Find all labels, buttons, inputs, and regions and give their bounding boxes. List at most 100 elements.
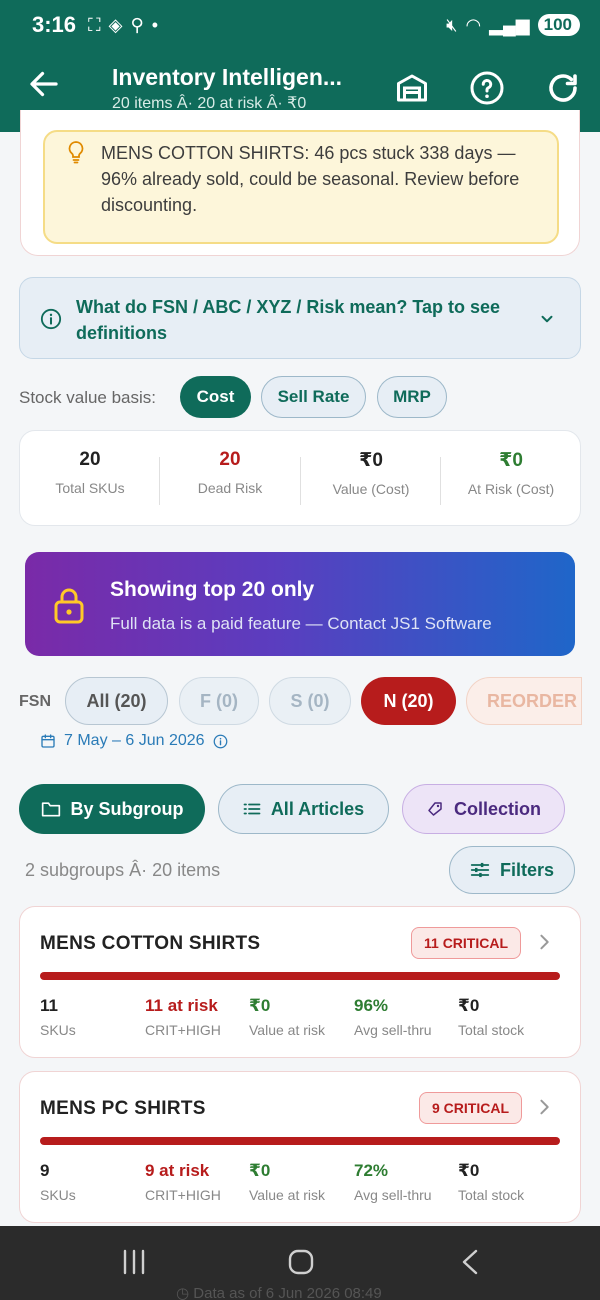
lock-icon <box>54 588 84 624</box>
view-by-subgroup-button[interactable]: By Subgroup <box>19 784 205 834</box>
subgroup-name: MENS COTTON SHIRTS <box>40 933 261 954</box>
search-sparkle-icon: ⚲ <box>130 14 144 35</box>
folder-icon <box>41 802 60 817</box>
dot-icon: • <box>151 14 158 35</box>
metric-label: Value at risk <box>249 1022 325 1038</box>
filters-label: Filters <box>499 859 555 880</box>
fsn-chip-all[interactable]: All (20) <box>65 677 168 725</box>
fsn-chip-s[interactable]: S (0) <box>269 677 351 725</box>
status-icons: ⛶ ◈ ⚲ • <box>88 15 158 36</box>
insight-hint: MENS COTTON SHIRTS: 46 pcs stuck 338 day… <box>43 130 559 244</box>
subgroup-card-mens-pc-shirts[interactable]: MENS PC SHIRTS 9 CRITICAL 9 SKUs 9 at ri… <box>19 1071 581 1223</box>
metric-value: 72% <box>354 1161 389 1180</box>
view-all-articles-label: All Articles <box>270 798 365 819</box>
system-navigation-bar: ◷ Data as of 6 Jun 2026 08:49 <box>0 1226 600 1300</box>
metric-label: Total stock <box>458 1187 525 1203</box>
tag-icon <box>428 802 442 816</box>
signal-icon: ▂▄▆ <box>489 14 530 35</box>
app-notification-icon: ◈ <box>108 14 123 35</box>
metric-label: Avg sell-thru <box>354 1022 432 1038</box>
status-time: 3:16 <box>32 12 77 37</box>
stat-label: Dead Risk <box>197 480 263 496</box>
refresh-icon[interactable] <box>545 70 581 106</box>
filters-button[interactable]: Filters <box>449 846 575 894</box>
basis-sell-rate-button[interactable]: Sell Rate <box>261 376 366 418</box>
metric-value: 9 at risk <box>145 1161 210 1180</box>
metric-label: Value at risk <box>249 1187 325 1203</box>
metric-sell-thru: 96% Avg sell-thru <box>354 996 432 1038</box>
basis-mrp-button[interactable]: MRP <box>377 376 447 418</box>
metric-value: ₹0 <box>458 1161 480 1180</box>
metric-value: ₹0 <box>249 1161 271 1180</box>
insight-card: MENS COTTON SHIRTS: 46 pcs stuck 338 day… <box>20 110 580 256</box>
stat-value: ₹0 <box>359 450 383 471</box>
sliders-icon <box>470 862 490 878</box>
info-icon <box>40 308 62 330</box>
chevron-right-icon <box>540 1099 549 1115</box>
battery-indicator: 100 <box>537 14 580 36</box>
stat-total-skus: 20 Total SKUs <box>20 449 160 496</box>
info-icon[interactable] <box>213 734 228 749</box>
list-icon <box>243 803 261 815</box>
metric-total-stock: ₹0 Total stock <box>458 1161 524 1203</box>
help-icon[interactable] <box>469 70 505 106</box>
banner-subtitle: Full data is a paid feature — Contact JS… <box>110 614 492 633</box>
back-arrow-icon[interactable] <box>26 66 62 102</box>
view-by-subgroup-label: By Subgroup <box>70 798 184 819</box>
basis-label: Stock value basis: <box>19 388 157 407</box>
critical-badge: 9 CRITICAL <box>419 1092 522 1124</box>
metric-total-stock: ₹0 Total stock <box>458 996 524 1038</box>
home-icon[interactable] <box>287 1248 315 1276</box>
stat-value: ₹0 <box>499 450 523 471</box>
metric-value: 11 <box>40 996 58 1015</box>
metric-label: SKUs <box>40 1187 76 1203</box>
wifi-icon: ◠ <box>465 14 482 35</box>
stat-label: At Risk (Cost) <box>467 481 555 497</box>
stat-label: Total SKUs <box>55 480 125 496</box>
data-timestamp: ◷ Data as of 6 Jun 2026 08:49 <box>176 1284 382 1300</box>
upgrade-banner[interactable]: Showing top 20 only Full data is a paid … <box>25 552 575 656</box>
stat-dead-risk: 20 Dead Risk <box>160 449 300 496</box>
insight-text: MENS COTTON SHIRTS: 46 pcs stuck 338 day… <box>101 143 520 215</box>
fsn-chip-n[interactable]: N (20) <box>361 677 456 725</box>
definitions-text: What do FSN / ABC / XYZ / Risk mean? Tap… <box>76 297 501 343</box>
view-collection-button[interactable]: Collection <box>402 784 565 834</box>
metric-label: CRIT+HIGH <box>145 1022 221 1038</box>
metric-value: 96% <box>354 996 389 1015</box>
banner-title: Showing top 20 only <box>110 578 315 601</box>
warehouse-icon[interactable] <box>394 70 430 106</box>
fsn-label: FSN <box>19 693 51 710</box>
metric-label: CRIT+HIGH <box>145 1187 221 1203</box>
lightbulb-icon <box>68 141 84 164</box>
risk-bar <box>40 1137 560 1145</box>
battery-level: 100 <box>543 15 572 34</box>
fsn-chip-reorder[interactable]: REORDER ( <box>466 677 582 725</box>
stat-value: 20 <box>79 449 101 470</box>
back-nav-icon[interactable] <box>456 1248 484 1276</box>
metric-value: 9 <box>40 1161 50 1180</box>
metric-at-risk: 9 at risk CRIT+HIGH <box>145 1161 221 1203</box>
subgroup-card-mens-cotton-shirts[interactable]: MENS COTTON SHIRTS 11 CRITICAL 11 SKUs 1… <box>19 906 581 1058</box>
metric-value: ₹0 <box>458 996 480 1015</box>
basis-cost-button[interactable]: Cost <box>180 376 251 418</box>
metric-value-at-risk: ₹0 Value at risk <box>249 1161 325 1203</box>
mute-icon: 🔇︎ <box>446 14 458 35</box>
stat-value: 20 <box>219 449 241 470</box>
chevron-right-icon <box>540 934 549 950</box>
view-collection-label: Collection <box>453 798 541 819</box>
stat-at-risk-cost: ₹0 At Risk (Cost) <box>441 449 581 497</box>
critical-badge: 11 CRITICAL <box>411 927 522 959</box>
view-all-articles-button[interactable]: All Articles <box>218 784 389 834</box>
metric-label: Avg sell-thru <box>354 1187 432 1203</box>
page-title: Inventory Intelligen... <box>112 64 343 90</box>
app-bar-titles: Inventory Intelligen... 20 items Â· 20 a… <box>112 64 342 113</box>
metric-skus: 9 SKUs <box>40 1161 76 1203</box>
metric-label: Total stock <box>458 1022 525 1038</box>
date-range[interactable]: 7 May – 6 Jun 2026 <box>40 732 228 750</box>
definitions-expander[interactable]: What do FSN / ABC / XYZ / Risk mean? Tap… <box>19 277 581 359</box>
fsn-chip-f[interactable]: F (0) <box>179 677 259 725</box>
metric-label: SKUs <box>40 1022 76 1038</box>
subgroup-name: MENS PC SHIRTS <box>40 1098 206 1119</box>
recent-apps-icon[interactable] <box>120 1248 148 1276</box>
summary-stats: 20 Total SKUs 20 Dead Risk ₹0 Value (Cos… <box>19 430 581 526</box>
